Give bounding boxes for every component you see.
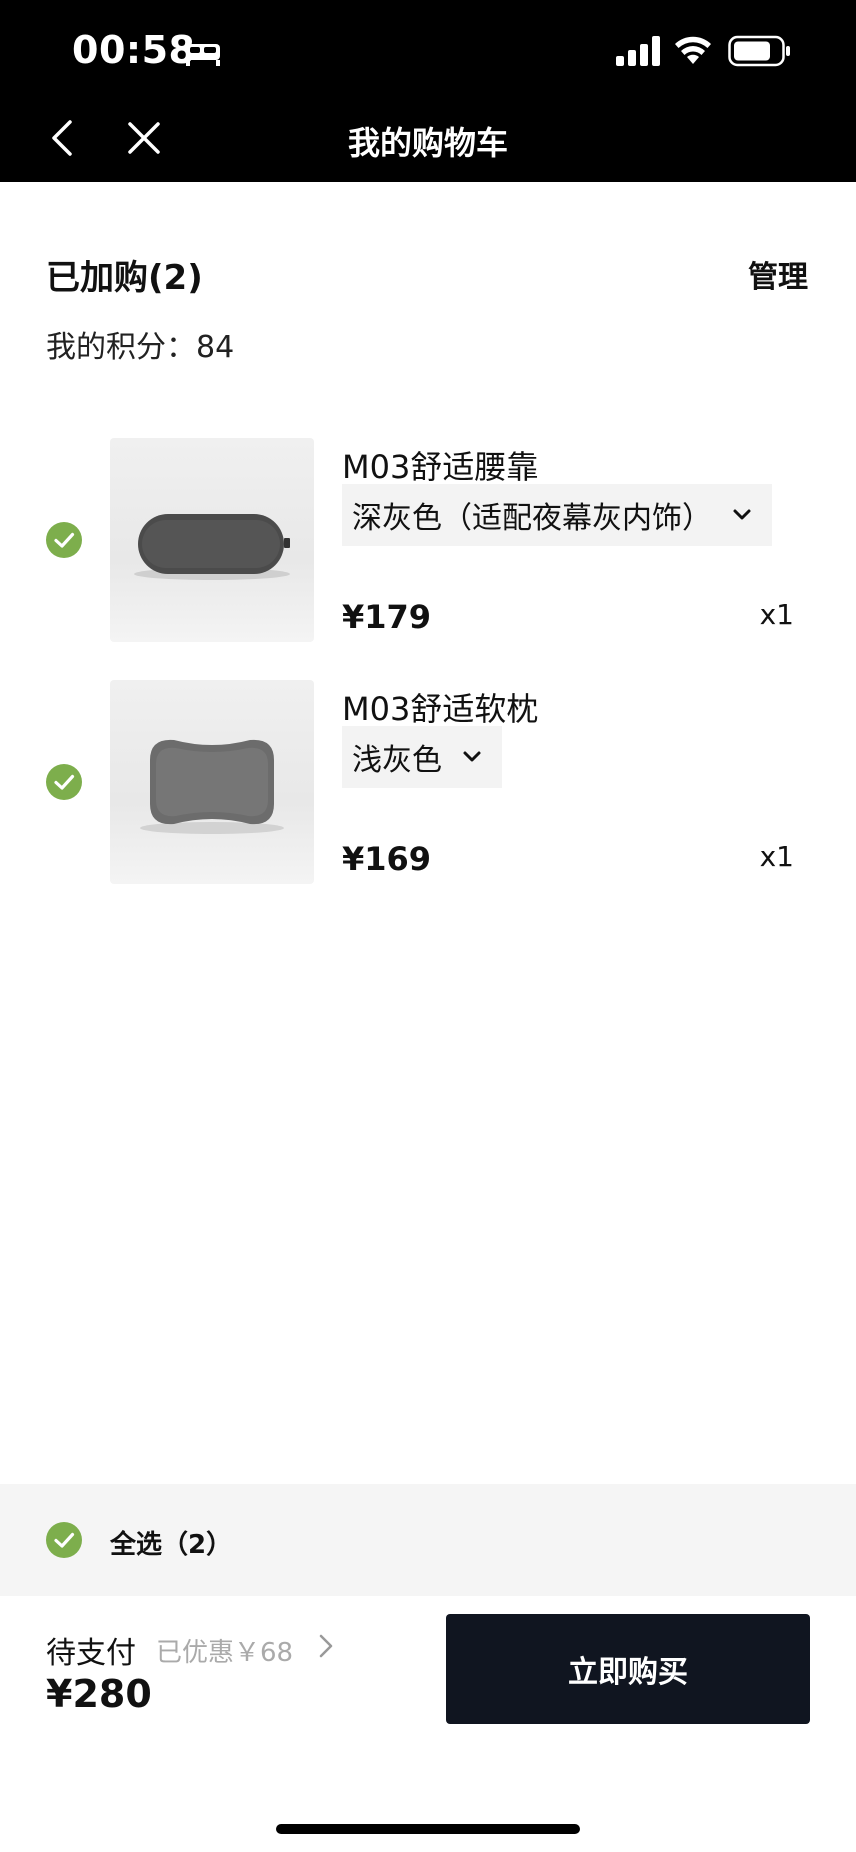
sleep-focus-icon	[186, 44, 220, 66]
product-price: ¥179	[342, 598, 432, 636]
variant-selector[interactable]: 浅灰色	[342, 726, 502, 788]
total-price: ¥280	[46, 1672, 152, 1716]
points-value: 84	[196, 330, 235, 365]
chevron-down-icon	[733, 509, 751, 520]
points-display: 我的积分：84	[46, 322, 234, 366]
variant-selector[interactable]: 深灰色（适配夜幕灰内饰）	[342, 484, 772, 546]
battery-icon	[728, 35, 790, 67]
product-quantity: x1	[759, 840, 794, 873]
variant-label: 深灰色（适配夜幕灰内饰）	[352, 501, 712, 536]
checkout-footer: 待支付 已优惠￥68 ¥280 立即购买	[0, 1596, 856, 1852]
cart-count-heading: 已加购(2)	[46, 258, 203, 298]
top-bar: 00:58 我的购物车	[0, 0, 856, 182]
product-image[interactable]	[110, 680, 314, 884]
amount-due-label: 待支付	[46, 1636, 136, 1671]
product-name[interactable]: M03舒适软枕	[342, 684, 538, 730]
cart-item: M03舒适软枕 浅灰色 ¥169 x1	[0, 680, 856, 890]
cart-page: 00:58 我的购物车 已加购(2) 管理 我的积分：84 M03舒适腰靠 深灰…	[0, 0, 856, 1852]
cellular-signal-icon	[616, 36, 660, 66]
item-checked-icon[interactable]	[46, 522, 82, 558]
select-all-label[interactable]: 全选（2）	[110, 1524, 232, 1561]
page-title: 我的购物车	[347, 124, 508, 162]
product-image[interactable]	[110, 438, 314, 642]
select-all-checked-icon[interactable]	[46, 1522, 82, 1558]
variant-label: 浅灰色	[352, 743, 442, 778]
manage-button[interactable]: 管理	[748, 252, 808, 296]
product-price: ¥169	[342, 840, 432, 878]
item-checked-icon[interactable]	[46, 764, 82, 800]
chevron-right-icon[interactable]	[316, 1632, 336, 1660]
cart-item: M03舒适腰靠 深灰色（适配夜幕灰内饰） ¥179 x1	[0, 438, 856, 648]
buy-now-button[interactable]: 立即购买	[446, 1614, 810, 1724]
wifi-icon	[675, 36, 711, 64]
points-label: 我的积分：	[46, 330, 196, 365]
product-name[interactable]: M03舒适腰靠	[342, 442, 538, 488]
select-all-bar: 全选（2）	[0, 1484, 856, 1596]
discount-info[interactable]: 已优惠￥68	[156, 1632, 293, 1669]
lumbar-pillow-image	[134, 514, 290, 580]
chevron-down-icon	[463, 751, 481, 762]
home-indicator[interactable]	[276, 1824, 580, 1834]
status-time: 00:58	[72, 28, 196, 72]
product-quantity: x1	[759, 598, 794, 631]
soft-pillow-image	[140, 739, 284, 834]
